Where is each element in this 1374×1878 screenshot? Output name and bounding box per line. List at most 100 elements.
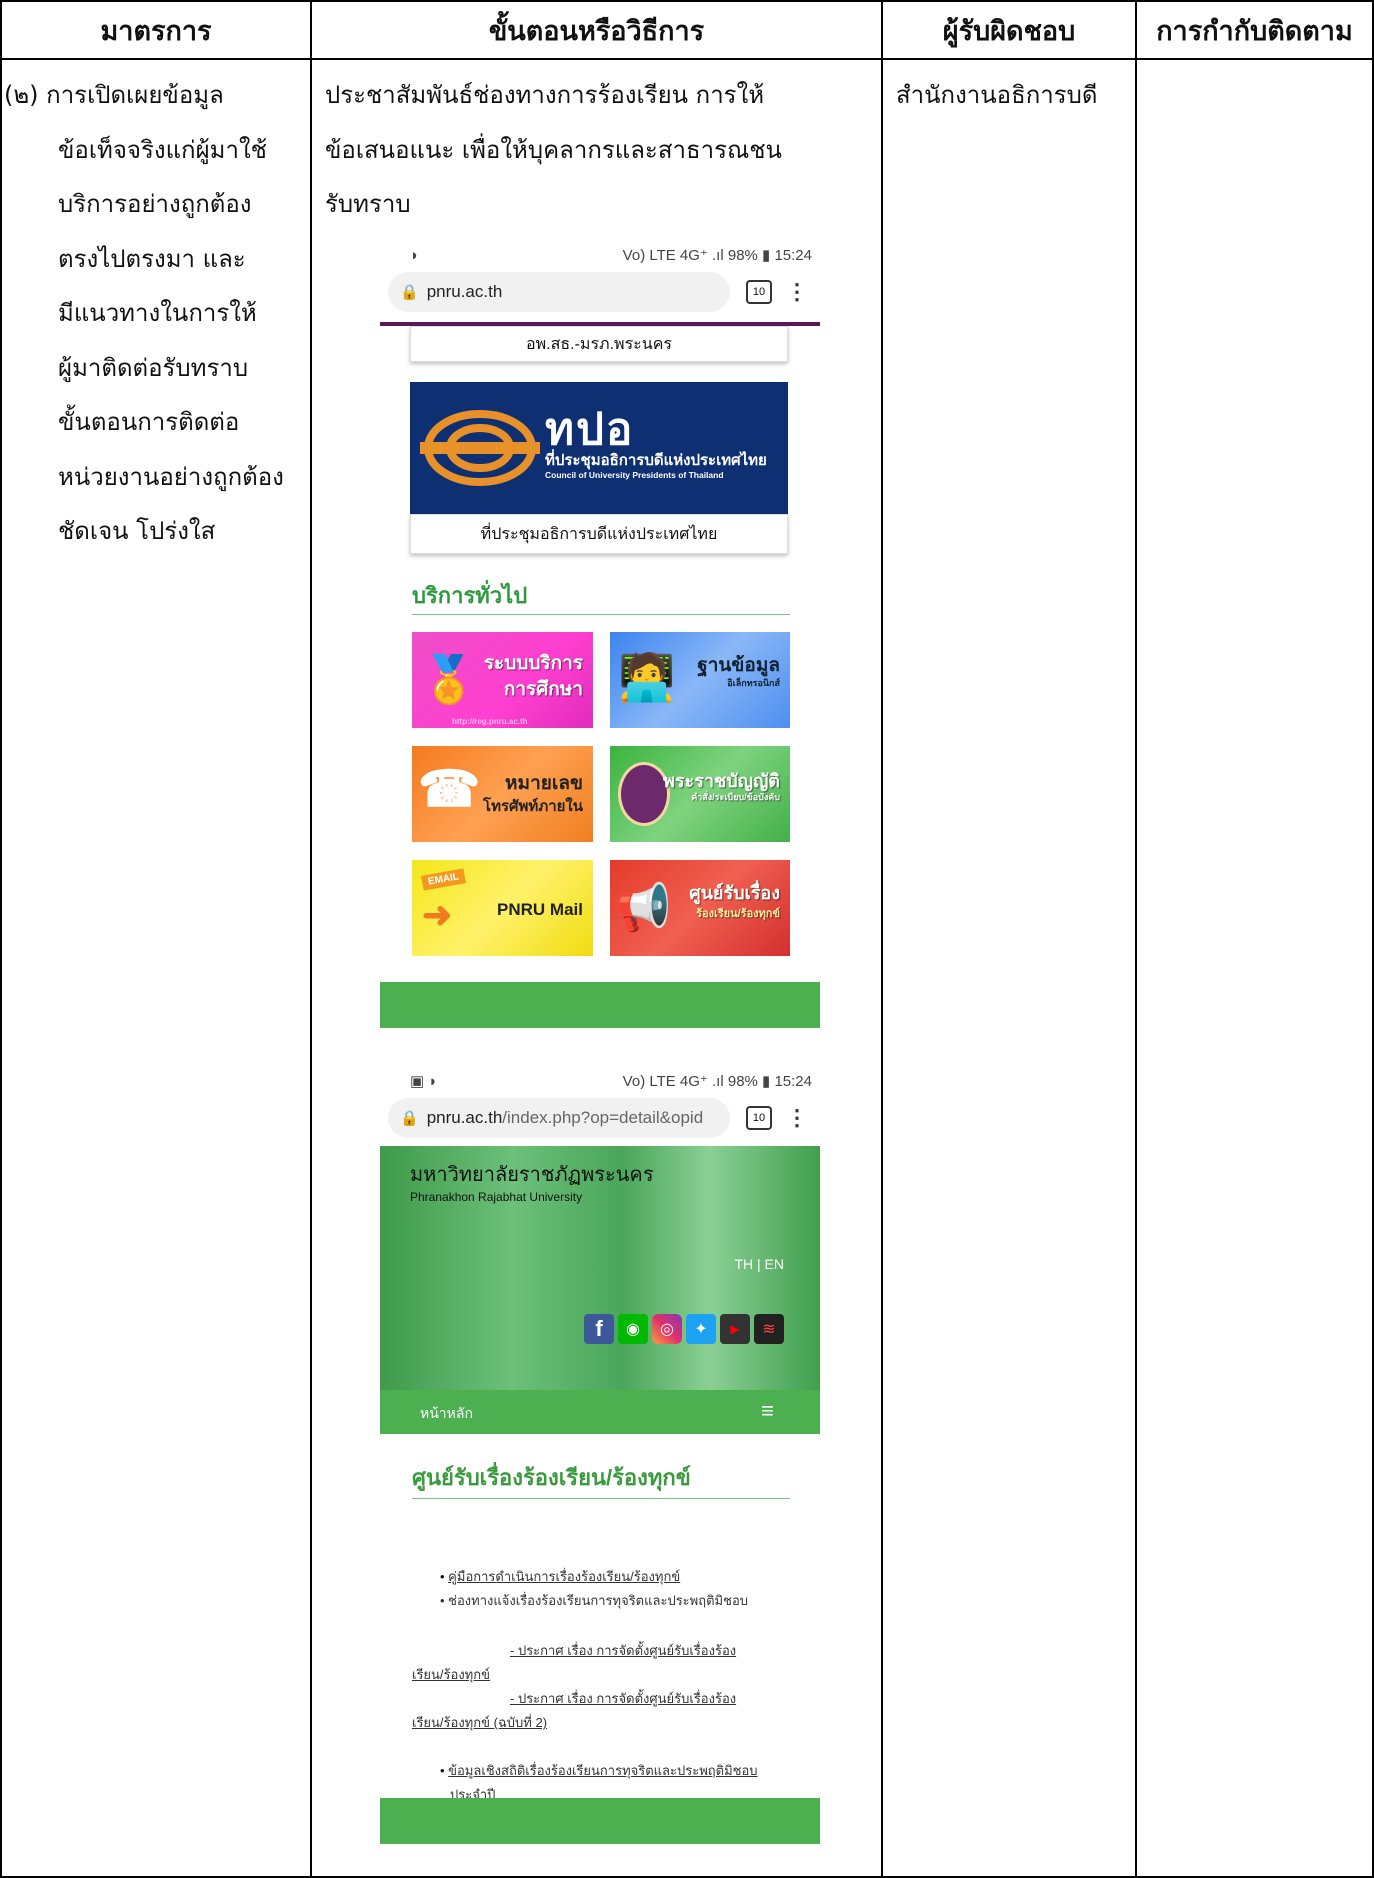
responsible-unit: สำนักงานอธิการบดี — [896, 81, 1098, 109]
tile-label: PNRU Mail — [497, 900, 583, 919]
table-border-top — [0, 0, 1374, 2]
facebook-icon[interactable]: f — [584, 1314, 614, 1344]
nav-bar: หน้าหลัก ≡ — [380, 1390, 820, 1434]
tab-count-icon[interactable]: 10 — [746, 280, 772, 304]
youtube-icon[interactable]: ▶ — [720, 1314, 750, 1344]
procedure-line: ข้อเสนอแนะ เพื่อให้บุคลากรและสาธารณชน — [325, 135, 782, 164]
url-path: /index.php?op=detail&opid — [502, 1108, 704, 1127]
url-text: pnru.ac.th — [426, 282, 503, 301]
nav-home[interactable]: หน้าหลัก — [420, 1403, 473, 1425]
tile-sublabel: อิเล็กทรอนิกส์ — [727, 678, 780, 688]
phone-screenshot-home: ◗ Vo) LTE 4G⁺ .ıl 98% ▮ 15:24 🔒 pnru.ac.… — [380, 240, 820, 1030]
university-name-en: Phranakhon Rajabhat University — [410, 1190, 583, 1204]
tile-complaint-center[interactable]: 📢 ศูนย์รับเรื่อง ร้องเรียน/ร้องทุกข์ — [610, 860, 790, 956]
procedure-line: รับทราบ — [325, 190, 411, 218]
announcement-link[interactable]: เรียน/ร้องทุกข์ — [412, 1667, 490, 1682]
column-divider — [310, 0, 312, 1878]
gallery-moon-icon: ▣ ◗ — [410, 1073, 438, 1090]
manual-link[interactable]: คู่มือการดำเนินการเรื่องร้องเรียน/ร้องทุ… — [448, 1569, 680, 1584]
wifi-icon[interactable]: ≋ — [754, 1314, 784, 1344]
browser-url-bar: 🔒 pnru.ac.th 10 ⋮ — [380, 270, 820, 314]
procedure-text: ประชาสัมพันธ์ช่องทางการร้องเรียน การให้ … — [325, 68, 782, 232]
menu-dots-icon[interactable]: ⋮ — [782, 279, 812, 305]
menu-dots-icon[interactable]: ⋮ — [782, 1105, 812, 1131]
tile-education-service[interactable]: 🏅 ระบบบริการ การศึกษา http://reg.pnru.ac… — [412, 632, 593, 728]
column-divider — [881, 0, 883, 1878]
statistics-link[interactable]: ข้อมูลเชิงสถิติเรื่องร้องเรียนการทุจริตแ… — [448, 1763, 757, 1778]
team-icon: 🧑‍💻 — [618, 651, 676, 703]
measure-line: ขั้นตอนการติดต่อ — [58, 408, 240, 436]
column-divider — [1135, 0, 1137, 1878]
announcement-2-line1[interactable]: - ประกาศ เรื่อง การจัดตั้งศูนย์รับเรื่อง… — [510, 1688, 736, 1709]
university-name-th: มหาวิทยาลัยราชภัฏพระนคร — [410, 1164, 654, 1186]
measure-line: ตรงไปตรงมา และ — [58, 244, 246, 273]
measure-line: ข้อเท็จจริงแก่ผู้มาใช้ — [58, 135, 267, 164]
browser-url-bar: 🔒 pnru.ac.th/index.php?op=detail&opid 10… — [380, 1096, 820, 1140]
status-indicators: Vo) LTE 4G⁺ .ıl 98% ▮ 15:24 — [622, 247, 812, 264]
card-caption[interactable]: อพ.สธ.-มรภ.พระนคร — [410, 326, 788, 362]
tile-phone-directory[interactable]: ☎ หมายเลข โทรศัพท์ภายใน — [412, 746, 593, 842]
measure-line: บริการอย่างถูกต้อง — [58, 190, 252, 218]
header-divider — [0, 58, 1374, 60]
list-item: • ช่องทางแจ้งเรื่องร้องเรียนการทุจริตและ… — [440, 1593, 749, 1608]
status-bar: ▣ ◗ Vo) LTE 4G⁺ .ıl 98% ▮ 15:24 — [380, 1066, 820, 1096]
site-header: มหาวิทยาลัยราชภัฏพระนคร Phranakhon Rajab… — [380, 1146, 820, 1390]
tile-regulations[interactable]: พระราชบัญญัติ คำสั่ง/ระเบียบ/ข้อบังคับ — [610, 746, 790, 842]
telephone-icon: ☎ — [418, 761, 481, 817]
header-procedure: ขั้นตอนหรือวิธีการ — [488, 15, 705, 47]
cupt-logo-icon — [420, 410, 540, 486]
email-tag: EMAIL — [421, 868, 467, 891]
measure-line: ชัดเจน โปร่งใส — [58, 517, 216, 545]
section-divider — [412, 614, 790, 615]
moon-icon: ◗ — [410, 246, 420, 264]
banner-subtitle-en: Council of University Presidents of Thai… — [545, 470, 724, 480]
twitter-icon[interactable]: ✦ — [686, 1314, 716, 1344]
announcement-1-line1[interactable]: - ประกาศ เรื่อง การจัดตั้งศูนย์รับเรื่อง… — [510, 1640, 736, 1661]
url-field[interactable]: 🔒 pnru.ac.th — [388, 272, 730, 312]
line-icon[interactable]: ◉ — [618, 1314, 648, 1344]
tile-label: ศูนย์รับเรื่อง — [689, 883, 780, 903]
header-measure: มาตรการ — [100, 15, 212, 47]
phone-screenshot-complaint-page: ▣ ◗ Vo) LTE 4G⁺ .ıl 98% ▮ 15:24 🔒 pnru.a… — [380, 1066, 820, 1844]
procedure-line: ประชาสัมพันธ์ช่องทางการร้องเรียน การให้ — [325, 81, 765, 109]
megaphone-icon: 📢 — [614, 881, 672, 933]
page-title: ศูนย์รับเรื่องร้องเรียน/ร้องทุกข์ — [412, 1465, 691, 1490]
section-title: บริการทั่วไป — [412, 583, 528, 608]
footer-green-bar — [380, 1798, 820, 1844]
url-field[interactable]: 🔒 pnru.ac.th/index.php?op=detail&opid — [388, 1098, 730, 1138]
announcement-1-line2[interactable]: เรียน/ร้องทุกข์ — [412, 1664, 490, 1685]
tile-pnru-mail[interactable]: EMAIL ➜ PNRU Mail — [412, 860, 593, 956]
table-border-left — [0, 0, 2, 1878]
announcement-link[interactable]: - ประกาศ เรื่อง การจัดตั้งศูนย์รับเรื่อง… — [510, 1643, 736, 1658]
tab-count-icon[interactable]: 10 — [746, 1106, 772, 1130]
hamburger-menu-icon[interactable]: ≡ — [761, 1398, 774, 1424]
cupt-banner[interactable]: ทปอ ที่ประชุมอธิการบดีแห่งประเทศไทย Coun… — [410, 382, 788, 514]
url-domain: pnru.ac.th — [426, 1108, 503, 1127]
measure-line: (๒) การเปิดเผยข้อมูล — [4, 81, 224, 109]
tile-database[interactable]: 🧑‍💻 ฐานข้อมูล อิเล็กทรอนิกส์ — [610, 632, 790, 728]
header-responsible: ผู้รับผิดชอบ — [942, 15, 1076, 47]
measure-text: (๒) การเปิดเผยข้อมูล ข้อเท็จจริงแก่ผู้มา… — [4, 68, 284, 559]
instagram-icon[interactable]: ◎ — [652, 1314, 682, 1344]
language-switch[interactable]: TH | EN — [734, 1256, 784, 1272]
measure-line: มีแนวทางในการให้ — [58, 299, 257, 327]
footer-green-bar — [380, 982, 820, 1028]
channel-text: ช่องทางแจ้งเรื่องร้องเรียนการทุจริตและปร… — [448, 1593, 749, 1608]
list-item[interactable]: • ข้อมูลเชิงสถิติเรื่องร้องเรียนการทุจริ… — [440, 1760, 758, 1781]
tile-sublabel: โทรศัพท์ภายใน — [483, 798, 583, 815]
tile-sublabel: ร้องเรียน/ร้องทุกข์ — [696, 908, 780, 920]
measure-line: หน่วยงานอย่างถูกต้อง — [58, 462, 284, 491]
announcement-link[interactable]: เรียน/ร้องทุกข์ (ฉบับที่ 2) — [412, 1715, 547, 1730]
banner-caption: ที่ประชุมอธิการบดีแห่งประเทศไทย — [410, 514, 788, 554]
laurel-icon: 🏅 — [420, 653, 478, 705]
mail-arrow-icon: ➜ — [422, 894, 453, 935]
header-monitoring: การกำกับติดตาม — [1156, 15, 1353, 47]
tile-sublabel: การศึกษา — [503, 679, 583, 700]
title-divider — [412, 1498, 790, 1499]
status-indicators: Vo) LTE 4G⁺ .ıl 98% ▮ 15:24 — [622, 1073, 812, 1090]
announcement-link[interactable]: - ประกาศ เรื่อง การจัดตั้งศูนย์รับเรื่อง… — [510, 1691, 736, 1706]
announcement-2-line2[interactable]: เรียน/ร้องทุกข์ (ฉบับที่ 2) — [412, 1712, 547, 1733]
measure-line: ผู้มาติดต่อรับทราบ — [58, 353, 249, 382]
tile-url: http://reg.pnru.ac.th — [452, 717, 528, 726]
list-item[interactable]: • คู่มือการดำเนินการเรื่องร้องเรียน/ร้อง… — [440, 1566, 680, 1587]
